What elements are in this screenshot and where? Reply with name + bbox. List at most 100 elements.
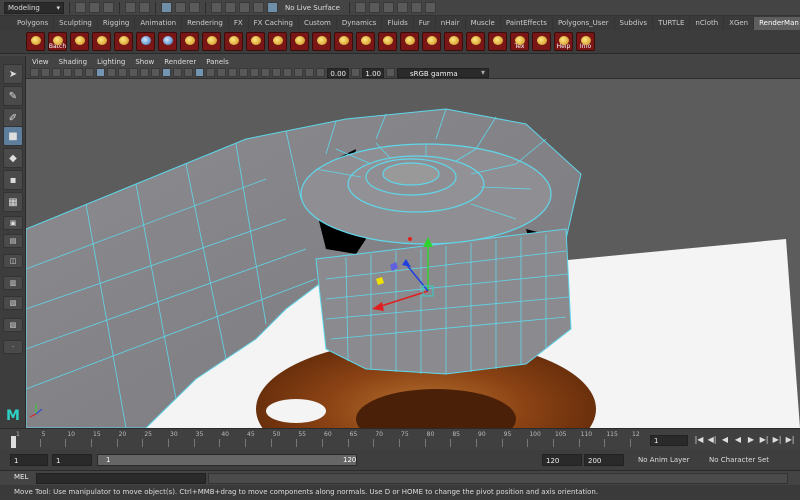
shelf-tab-fluids[interactable]: Fluids [382,16,414,30]
camera-icon[interactable] [378,32,397,51]
resolution-gate-icon[interactable] [118,68,127,77]
shelf-tab-turtle[interactable]: TURTLE [653,16,691,30]
select-camera-icon[interactable] [30,68,39,77]
step-forward-key-icon[interactable]: ▶| [772,434,782,446]
shelf-tab-subdivs[interactable]: Subdivs [615,16,654,30]
shelf-tab-renderman[interactable]: RenderMan [754,16,800,30]
motion-blur-icon[interactable] [250,68,259,77]
shelf-tab-custom[interactable]: Custom [299,16,337,30]
playback-range-bar[interactable]: 1 120 [97,454,357,466]
shelf-tab-fx-caching[interactable]: FX Caching [249,16,299,30]
smooth-shade-icon[interactable] [173,68,182,77]
figure-icon[interactable] [356,32,375,51]
isolate-select-icon[interactable] [283,68,292,77]
render-settings-icon[interactable] [410,2,422,13]
view-transform-dropdown[interactable]: sRGB gamma [397,67,489,78]
shelf-tab-muscle[interactable]: Muscle [466,16,501,30]
stars-icon[interactable] [422,32,441,51]
anim-layer-dropdown[interactable]: No Anim Layer [638,454,689,466]
playback-start-field[interactable]: 1 [52,454,92,466]
hypershade-icon[interactable] [424,2,436,13]
undo-icon[interactable] [125,2,136,13]
plastic-icon[interactable] [202,32,221,51]
shelf-tab-dynamics[interactable]: Dynamics [337,16,383,30]
wireframe-on-shaded-icon[interactable] [195,68,204,77]
make-live-icon[interactable] [267,2,278,13]
render-frame-icon[interactable] [382,2,394,13]
panel-menu-lighting[interactable]: Lighting [97,58,125,66]
cup-icon[interactable] [334,32,353,51]
go-to-end-icon[interactable]: ▶| [785,434,795,446]
renderman-batch-icon[interactable]: Batch [48,32,67,51]
shelf-tab-animation[interactable]: Animation [135,16,183,30]
shadows-icon[interactable] [228,68,237,77]
camera-attributes-icon[interactable] [41,68,50,77]
new-scene-icon[interactable] [75,2,86,13]
time-slider[interactable]: 1 5 10 15 20 25 30 35 40 45 50 55 60 65 70 75 80 85 90 95 10… [0,428,800,450]
shader-icon[interactable] [180,32,199,51]
outliner-icon[interactable]: ▨ [3,318,23,332]
wave-icon[interactable] [532,32,551,51]
two-layout-icon[interactable]: ◫ [3,254,23,268]
shelf-tab-polygons[interactable]: Polygons [12,16,55,30]
eye-icon[interactable] [92,32,111,51]
info-icon[interactable]: Info [576,32,595,51]
color-management-icon[interactable] [386,68,395,77]
panel-menu-shading[interactable]: Shading [59,58,87,66]
xray-icon[interactable] [294,68,303,77]
exposure-field[interactable]: 0.00 [327,67,349,78]
scale-tool-icon[interactable]: ▪ [3,170,23,190]
playback-end-field[interactable]: 120 [542,454,582,466]
select-tool-icon[interactable]: ➤ [3,64,23,84]
anti-aliasing-icon[interactable] [261,68,270,77]
current-time-marker[interactable] [11,436,16,448]
menu-set-dropdown[interactable]: Modeling ▾ [4,1,64,14]
texture-icon[interactable]: Tex [510,32,529,51]
shelf-tab-xgen[interactable]: XGen [724,16,755,30]
shelf-tab-nhair[interactable]: nHair [436,16,466,30]
glass-icon[interactable] [246,32,265,51]
panel-menu-show[interactable]: Show [135,58,154,66]
character-set-dropdown[interactable]: No Character Set [709,454,769,466]
persp-graph-icon[interactable]: ▧ [3,296,23,310]
film-gate-icon[interactable] [107,68,116,77]
go-to-start-icon[interactable]: |◀ [694,434,704,446]
bulb-icon[interactable] [224,32,243,51]
ring-icon[interactable] [268,32,287,51]
snap-point-icon[interactable] [239,2,250,13]
shelf-tab-painteffects[interactable]: PaintEffects [501,16,553,30]
paint-select-tool-icon[interactable]: ✐ [3,108,23,128]
gamma-field[interactable]: 1.00 [362,67,384,78]
shelf-tab-sculpting[interactable]: Sculpting [54,16,98,30]
four-layout-icon[interactable]: ▤ [3,234,23,248]
renderman-settings-icon[interactable] [26,32,45,51]
move-tool-icon[interactable]: ■ [3,126,23,146]
command-input[interactable] [36,473,206,484]
play-backward-icon[interactable]: ◀ [733,434,743,446]
safe-action-icon[interactable] [151,68,160,77]
xray-joints-icon[interactable] [305,68,314,77]
cube-icon[interactable] [488,32,507,51]
shelf-tab-fx[interactable]: FX [229,16,249,30]
panel-menu-renderer[interactable]: Renderer [164,58,196,66]
gamma-icon[interactable] [351,68,360,77]
shelf-tab-ncloth[interactable]: nCloth [690,16,725,30]
gate-mask-icon[interactable] [129,68,138,77]
bookmark-icon[interactable] [52,68,61,77]
animation-end-field[interactable]: 200 [584,454,624,466]
ipr-render-icon[interactable] [396,2,408,13]
select-object-icon[interactable] [175,2,186,13]
panel-menu-view[interactable]: View [32,58,49,66]
snap-curve-icon[interactable] [225,2,236,13]
grid-icon[interactable] [96,68,105,77]
depth-of-field-icon[interactable] [272,68,281,77]
play-forward-icon[interactable]: ▶ [746,434,756,446]
history-icon[interactable] [354,2,366,13]
lasso-tool-icon[interactable]: ✎ [3,86,23,106]
select-component-icon[interactable] [189,2,200,13]
archive-icon[interactable] [400,32,419,51]
move-icon[interactable] [466,32,485,51]
grease-pencil-icon[interactable] [85,68,94,77]
perspective-viewport[interactable] [26,79,800,428]
render-icon[interactable] [70,32,89,51]
